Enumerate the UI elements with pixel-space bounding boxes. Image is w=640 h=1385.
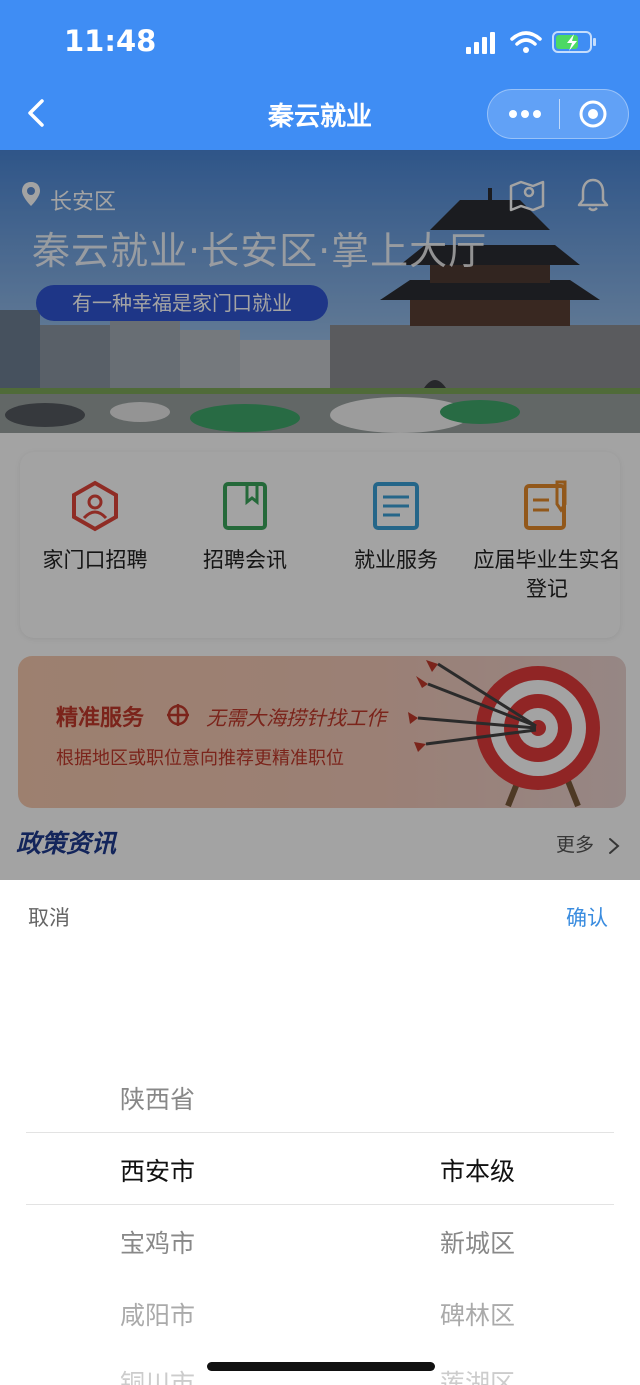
more-icon[interactable] [505, 104, 545, 124]
picker-option-district[interactable]: 新城区 [440, 1224, 515, 1260]
signal-icon [466, 32, 495, 54]
picker-option-city-selected[interactable]: 西安市 [120, 1152, 195, 1188]
picker-selection-line-top [26, 1132, 614, 1133]
picker-option-city[interactable]: 咸阳市 [120, 1296, 195, 1332]
picker-option-province[interactable]: 陕西省 [120, 1080, 195, 1116]
picker-option-district[interactable]: 莲湖区 [440, 1364, 515, 1385]
confirm-button[interactable]: 确认 [566, 902, 608, 932]
home-indicator[interactable] [207, 1362, 435, 1371]
picker-selection-line-bottom [26, 1204, 614, 1205]
wifi-icon [510, 31, 542, 53]
picker-option-city[interactable]: 铜川市 [120, 1364, 195, 1385]
close-program-icon[interactable] [577, 98, 609, 130]
capsule-divider [559, 99, 560, 129]
modal-backdrop[interactable] [0, 150, 640, 880]
battery-icon [552, 31, 596, 53]
picker-option-district[interactable]: 碑林区 [440, 1296, 515, 1332]
picker-option-district-selected[interactable]: 市本级 [440, 1152, 515, 1188]
picker-option-city[interactable]: 宝鸡市 [120, 1224, 195, 1260]
status-time: 11:48 [64, 24, 157, 58]
cancel-button[interactable]: 取消 [28, 902, 70, 932]
